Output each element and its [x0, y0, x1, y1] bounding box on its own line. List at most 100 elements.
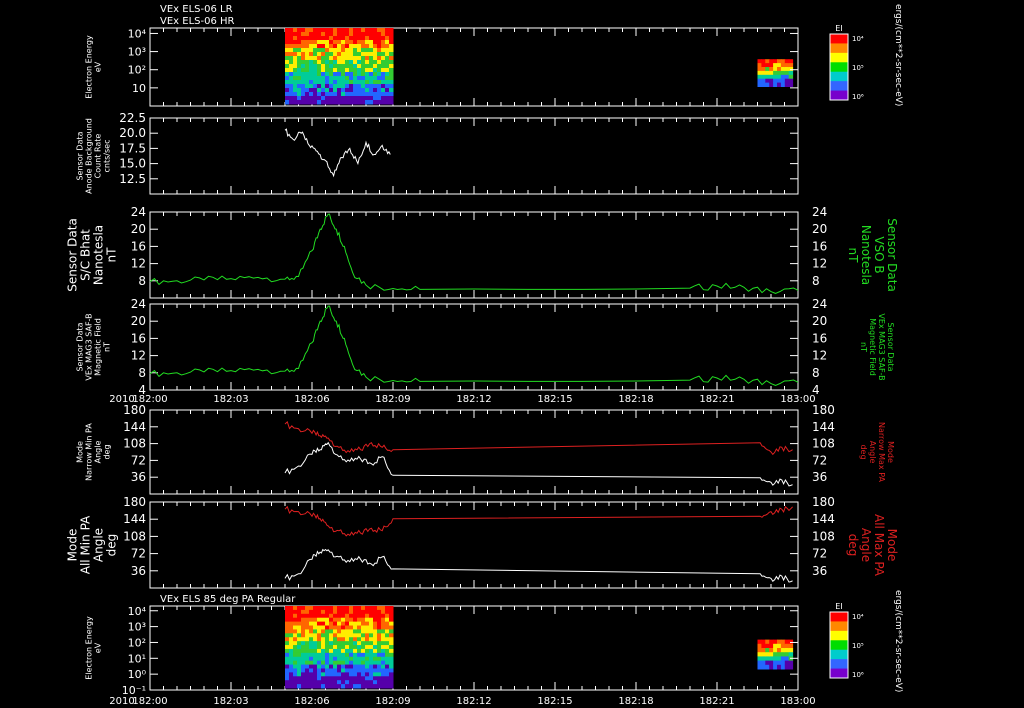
heatmap-cell [305, 92, 310, 97]
heatmap-cell [349, 88, 354, 93]
heatmap-cell [365, 40, 370, 45]
heatmap-cell [309, 606, 314, 611]
heatmap-cell [757, 664, 762, 670]
heatmap-cell [325, 64, 330, 69]
heatmap-cell [389, 664, 394, 669]
colorbar-band [830, 612, 848, 622]
heatmap-cell [357, 80, 362, 85]
heatmap-cell [385, 88, 390, 93]
heatmap-cell [345, 60, 350, 65]
heatmap-cell [325, 660, 330, 666]
heatmap-cell [361, 76, 366, 81]
heatmap-cell [285, 80, 290, 85]
heatmap-cell [285, 60, 290, 65]
heatmap-cell [321, 621, 326, 627]
heatmap-cell [285, 648, 290, 654]
heatmap-cell [309, 76, 314, 81]
heatmap-cell [377, 32, 382, 37]
heatmap-cell [313, 637, 318, 642]
heatmap-cell [389, 652, 394, 658]
heatmap-cell [317, 660, 322, 666]
heatmap-cell [309, 664, 314, 669]
heatmap-cell [361, 637, 366, 642]
heatmap-cell [333, 100, 338, 105]
heatmap-cell [353, 672, 358, 677]
heatmap-cell [385, 617, 390, 623]
heatmap-cell [321, 680, 326, 685]
heatmap-cell [305, 56, 310, 61]
heatmap-cell [365, 613, 370, 619]
heatmap-cell [784, 70, 790, 76]
heatmap-cell [389, 96, 394, 101]
heatmap-cell [357, 84, 362, 89]
heatmap-cell [365, 48, 370, 53]
heatmap-cell [341, 80, 346, 85]
heatmap-cell [357, 629, 362, 634]
heatmap-cell [757, 648, 762, 653]
heatmap-cell [321, 617, 326, 623]
y-axis-label: nT [105, 247, 119, 263]
heatmap-cell [349, 621, 354, 627]
heatmap-cell [309, 80, 314, 85]
heatmap-cell [329, 96, 334, 101]
heatmap-cell [313, 656, 318, 662]
heatmap-cell [333, 32, 338, 37]
heatmap-cell [309, 672, 314, 677]
heatmap-cell [289, 641, 294, 646]
heatmap-cell [289, 617, 294, 623]
heatmap-cell [780, 639, 786, 645]
heatmap-cell [369, 92, 374, 97]
heatmap-cell [377, 617, 382, 623]
heatmap-cell [381, 625, 386, 630]
heatmap-cell [313, 84, 318, 89]
heatmap-cell [329, 84, 334, 89]
heatmap-cell [289, 72, 294, 77]
heatmap-cell [321, 40, 326, 45]
heatmap-cell [333, 641, 338, 646]
heatmap-cell [341, 637, 346, 642]
heatmap-cell [385, 660, 390, 666]
heatmap-cell [385, 648, 390, 654]
colorbar-band [830, 52, 848, 63]
heatmap-cell [349, 606, 354, 611]
heatmap-cell [761, 63, 766, 68]
heatmap-cell [333, 96, 338, 101]
heatmap-cell [349, 660, 354, 666]
heatmap-cell [381, 92, 386, 97]
heatmap-cell [369, 629, 374, 634]
heatmap-cell [293, 633, 298, 638]
heatmap-cell [305, 72, 310, 77]
heatmap-cell [345, 76, 350, 81]
heatmap-cell [780, 78, 786, 84]
right-axis-label: Narrow Max PA [877, 422, 886, 483]
heatmap-cell [773, 67, 778, 72]
heatmap-cell [337, 613, 342, 619]
heatmap-cell [349, 676, 354, 681]
heatmap-cell [377, 52, 382, 57]
heatmap-cell [305, 629, 310, 634]
heatmap-cell [321, 56, 326, 61]
heatmap-cell [381, 617, 386, 623]
heatmap-cell [381, 100, 386, 105]
heatmap-cell [305, 44, 310, 49]
colorbar-band [830, 649, 848, 660]
heatmap-cell [377, 88, 382, 93]
heatmap-cell [361, 60, 366, 65]
right-axis-label: VEx MAG3 SAF-B [877, 313, 886, 380]
heatmap-cell [313, 44, 318, 49]
heatmap-cell [784, 660, 790, 666]
heatmap-cell [361, 606, 366, 611]
heatmap-cell [365, 72, 370, 77]
heatmap-cell [333, 68, 338, 73]
heatmap-cell [389, 648, 394, 654]
heatmap-cell [373, 676, 378, 681]
heatmap-cell [325, 48, 330, 53]
heatmap-cell [321, 96, 326, 101]
heatmap-cell [765, 63, 770, 68]
heatmap-cell [349, 652, 354, 658]
heatmap-cell [349, 28, 354, 33]
heatmap-cell [301, 606, 306, 611]
x-tick-label: 182:15 [537, 696, 572, 707]
heatmap-cell [337, 625, 342, 630]
heatmap-cell [773, 648, 778, 653]
